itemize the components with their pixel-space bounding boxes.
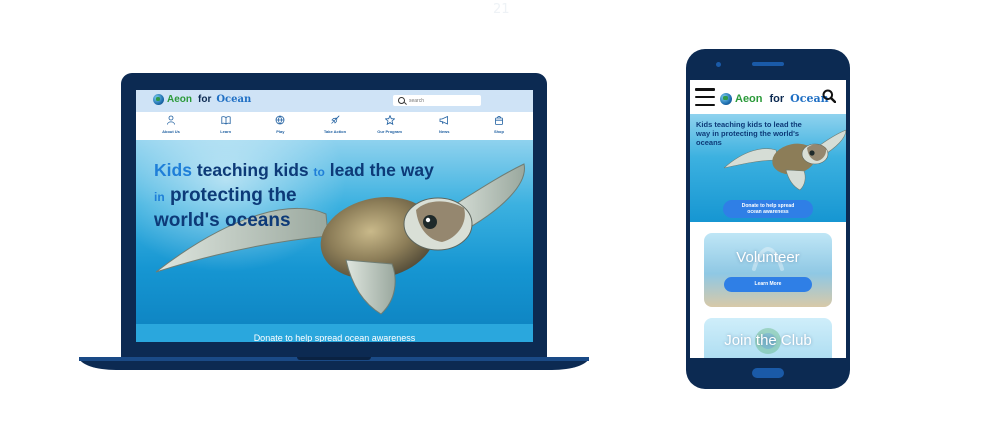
globe-logo-icon xyxy=(153,94,164,105)
page-number: 21 xyxy=(493,2,510,17)
phone-camera xyxy=(716,62,721,67)
nav-label: About Us xyxy=(162,129,180,134)
search-box[interactable] xyxy=(393,95,481,106)
donate-line-2: ocean awareness xyxy=(747,209,789,215)
volunteer-title: Volunteer xyxy=(736,249,800,266)
laptop-notch xyxy=(297,357,371,360)
mobile-header: Aeon for Ocean xyxy=(690,80,846,114)
nav-label: Play xyxy=(276,129,285,134)
mobile-site-logo[interactable]: Aeon for Ocean xyxy=(720,92,829,105)
rocket-icon xyxy=(331,115,340,124)
phone-speaker xyxy=(752,62,784,66)
phone-home-button xyxy=(752,368,784,378)
mobile-screen: Aeon for Ocean Kids teaching kids to lea… xyxy=(690,80,846,358)
star-icon xyxy=(384,115,395,125)
nav-label: Take Action xyxy=(323,129,347,134)
logo-for: for xyxy=(769,92,785,105)
ball-icon xyxy=(275,115,285,125)
hero-word-kids: Kids xyxy=(154,160,192,180)
hero-word-to: to xyxy=(313,165,325,179)
nav-item-about-us[interactable]: About Us xyxy=(155,112,187,140)
hero-word-protecting: protecting the xyxy=(169,185,297,206)
hero-word-oceans: world's oceans xyxy=(154,210,291,231)
main-nav: About Us Learn Play Take Action Our Prog… xyxy=(136,112,533,140)
hero-banner: Kids teaching kids to lead the way in pr… xyxy=(136,140,533,324)
nav-item-news[interactable]: News xyxy=(428,112,460,140)
logo-aeon: Aeon xyxy=(167,94,192,105)
person-icon xyxy=(167,115,175,125)
site-logo[interactable]: Aeon for Ocean xyxy=(153,94,251,105)
search-icon[interactable] xyxy=(822,89,836,103)
desktop-header: Aeon for Ocean xyxy=(136,90,533,112)
megaphone-icon xyxy=(439,115,449,125)
nav-item-play[interactable]: Play xyxy=(264,112,296,140)
hero-headline: Kids teaching kids to lead the way in pr… xyxy=(154,158,454,233)
mobile-hero-headline: Kids teaching kids to lead the way in pr… xyxy=(696,120,802,147)
mobile-donate-button[interactable]: Donate to help spread ocean awareness xyxy=(723,200,813,218)
nav-label: News xyxy=(439,129,450,134)
hero-word-teaching: teaching kids xyxy=(196,160,309,180)
nav-item-learn[interactable]: Learn xyxy=(210,112,242,140)
join-club-card[interactable]: Join the Club xyxy=(704,318,832,358)
hero-word-lead: lead the way xyxy=(329,160,434,180)
bag-icon xyxy=(495,115,503,125)
nav-item-our-program[interactable]: Our Program xyxy=(374,112,406,140)
book-icon xyxy=(221,116,231,125)
logo-aeon: Aeon xyxy=(735,92,763,105)
nav-label: Shop xyxy=(493,129,504,134)
donate-banner-link[interactable]: Donate to help spread ocean awareness xyxy=(136,324,533,342)
mobile-hero: Kids teaching kids to lead the way in pr… xyxy=(690,114,846,222)
join-club-title: Join the Club xyxy=(724,332,812,349)
nav-label: Learn xyxy=(220,129,232,134)
nav-label: Our Program xyxy=(377,129,402,134)
volunteer-card[interactable]: Volunteer Learn More xyxy=(704,233,832,307)
logo-ocean: Ocean xyxy=(216,94,252,105)
desktop-screen: Aeon for Ocean About Us Learn Play Take … xyxy=(136,90,533,342)
nav-item-take-action[interactable]: Take Action xyxy=(319,112,351,140)
logo-for: for xyxy=(198,94,212,105)
search-icon xyxy=(398,97,405,104)
hamburger-menu-icon[interactable] xyxy=(695,88,715,106)
nav-item-shop[interactable]: Shop xyxy=(483,112,515,140)
hero-word-in: in xyxy=(154,190,165,204)
search-input[interactable] xyxy=(405,97,479,104)
globe-logo-icon xyxy=(720,92,732,105)
learn-more-button[interactable]: Learn More xyxy=(724,277,812,292)
